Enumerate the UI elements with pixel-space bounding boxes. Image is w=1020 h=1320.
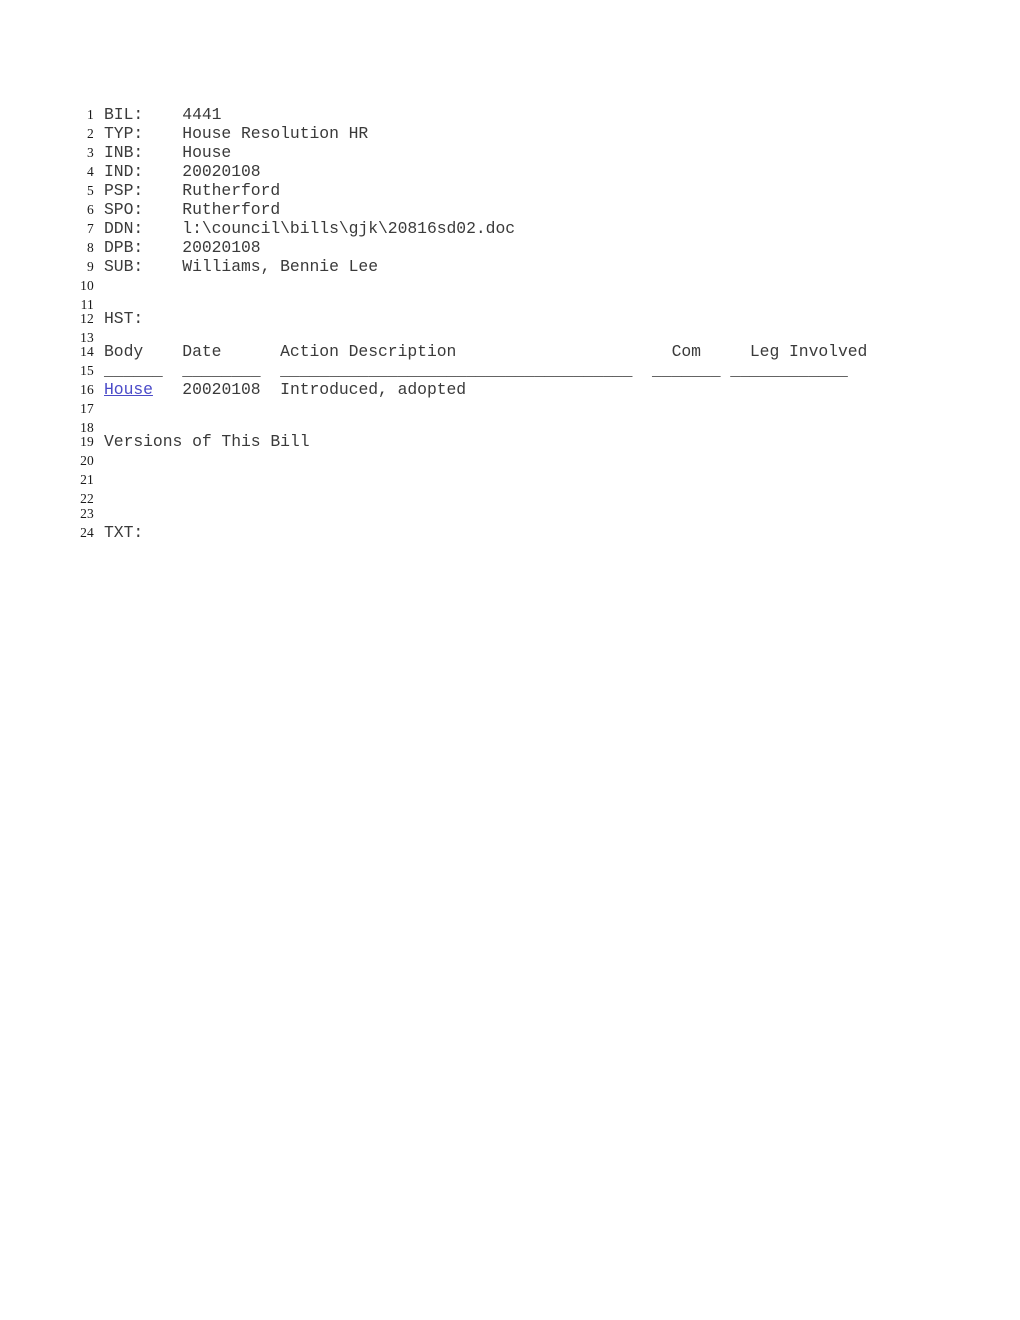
document-line-blank: 10 [0,276,1020,295]
line-content: INB: House [104,143,232,162]
document-line: 7 DDN: l:\council\bills\gjk\20816sd02.do… [0,219,1020,238]
line-content: HST: [104,309,144,328]
line-content: Body Date Action Description Com Leg Inv… [104,342,868,361]
line-number: 9 [87,259,94,274]
line-number: 6 [87,202,94,217]
document-line: 5 PSP: Rutherford [0,181,1020,200]
line-content: ______ ________ ________________________… [104,361,848,380]
line-content: DDN: l:\council\bills\gjk\20816sd02.doc [104,219,516,238]
versions-heading-line: 19 Versions of This Bill [0,432,1020,451]
line-number: 17 [80,401,94,416]
line-content: SPO: Rutherford [104,200,281,219]
line-number: 4 [87,164,94,179]
document-line: 3 INB: House [0,143,1020,162]
line-number: 15 [80,363,94,378]
document-line: 2 TYP: House Resolution HR [0,124,1020,143]
line-number: 20 [80,453,94,468]
document-page: 1 BIL: 4441 2 TYP: House Resolution HR 3… [0,0,1020,1320]
document-line-blank: 22 [0,489,1020,506]
document-line: 9 SUB: Williams, Bennie Lee [0,257,1020,276]
line-content: TYP: House Resolution HR [104,124,369,143]
line-number: 2 [87,126,94,141]
document-line-blank: 17 [0,399,1020,418]
text-section-label-line: 24 TXT: [0,523,1020,542]
document-line-blank: 18 [0,418,1020,435]
line-number: 1 [87,107,94,122]
line-number: 19 [80,434,94,449]
line-content: SUB: Williams, Bennie Lee [104,257,379,276]
line-number: 7 [87,221,94,236]
history-table-rule-line: 15 ______ ________ _____________________… [0,361,1020,380]
line-number: 10 [80,278,94,293]
line-number: 23 [80,506,94,521]
history-body-link[interactable]: House [104,380,153,399]
document-line-blank: 11 [0,295,1020,312]
history-table-header-line: 14 Body Date Action Description Com Leg … [0,342,1020,361]
line-content: IND: 20020108 [104,162,261,181]
line-number: 12 [80,311,94,326]
history-row-rest: 20020108 Introduced, adopted [152,380,467,399]
document-line-blank: 21 [0,470,1020,489]
line-content: Versions of This Bill [104,432,310,451]
line-content: PSP: Rutherford [104,181,281,200]
line-number: 24 [80,525,94,540]
document-line: 1 BIL: 4441 [0,105,1020,124]
document-line: 8 DPB: 20020108 [0,238,1020,257]
history-table-row: 16 House 20020108 Introduced, adopted [0,380,1020,399]
line-content: House 20020108 Introduced, adopted [104,380,466,399]
line-number: 5 [87,183,94,198]
numbered-line-list: 1 BIL: 4441 2 TYP: House Resolution HR 3… [0,105,1020,542]
history-section-label-line: 12 HST: [0,309,1020,328]
line-content: DPB: 20020108 [104,238,261,257]
document-line-blank: 23 [0,504,1020,523]
document-line: 4 IND: 20020108 [0,162,1020,181]
line-number: 3 [87,145,94,160]
line-number: 8 [87,240,94,255]
line-content: TXT: [104,523,144,542]
line-number: 14 [80,344,94,359]
line-number: 16 [80,382,94,397]
document-line-blank: 13 [0,328,1020,345]
document-line-blank: 20 [0,451,1020,470]
line-number: 21 [80,472,94,487]
document-line: 6 SPO: Rutherford [0,200,1020,219]
line-content: BIL: 4441 [104,105,222,124]
